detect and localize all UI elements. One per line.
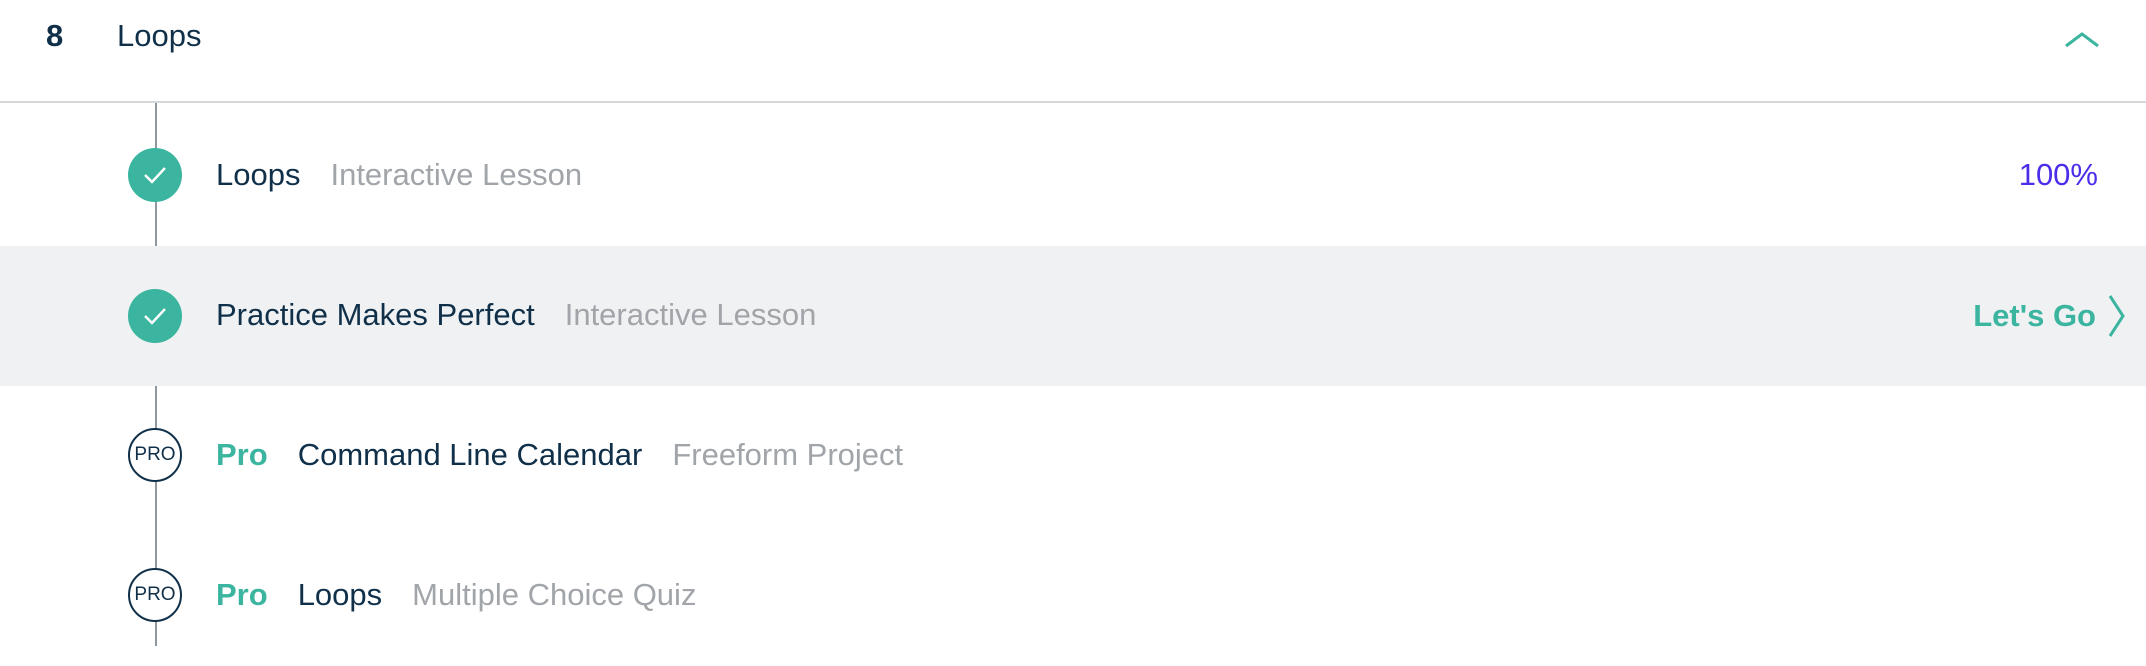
section-title: Loops	[117, 18, 202, 53]
lesson-title: Loops	[216, 157, 301, 192]
section-header[interactable]: 8 Loops	[0, 0, 2146, 103]
section-number: 8	[46, 18, 64, 53]
lesson-type: Multiple Choice Quiz	[412, 577, 697, 612]
lesson-text: Loops Interactive Lesson	[216, 157, 582, 193]
progress-percent: 100%	[2018, 157, 2098, 192]
lesson-title: Practice Makes Perfect	[216, 297, 535, 332]
chevron-up-icon[interactable]	[2062, 26, 2102, 54]
lesson-title: Loops	[297, 577, 383, 612]
lesson-row[interactable]: PRO Pro Command Line Calendar Freeform Pro…	[0, 386, 2146, 526]
lesson-type: Freeform Project	[672, 437, 904, 472]
lesson-text: Pro Loops Multiple Choice Quiz	[216, 577, 696, 613]
pro-label: Pro	[216, 577, 268, 612]
lesson-text: Pro Command Line Calendar Freeform Project	[216, 437, 903, 473]
check-icon	[128, 148, 182, 202]
lesson-row[interactable]: PRO Pro Loops Multiple Choice Quiz	[0, 526, 2146, 666]
lesson-text: Practice Makes Perfect Interactive Lesson	[216, 297, 816, 333]
lesson-title: Command Line Calendar	[297, 437, 643, 472]
pro-badge: PRO	[128, 428, 182, 482]
pro-label: Pro	[216, 437, 268, 472]
lets-go-button[interactable]: Let's Go	[1973, 294, 2126, 338]
lets-go-label: Let's Go	[1973, 298, 2096, 333]
lesson-row[interactable]: Practice Makes Perfect Interactive Lesson…	[0, 246, 2146, 386]
pro-badge: PRO	[128, 568, 182, 622]
lesson-type: Interactive Lesson	[564, 297, 817, 332]
check-icon	[128, 289, 182, 343]
lesson-row[interactable]: Loops Interactive Lesson 100%	[0, 106, 2146, 246]
lesson-type: Interactive Lesson	[330, 157, 583, 192]
chevron-right-icon	[2108, 295, 2125, 337]
